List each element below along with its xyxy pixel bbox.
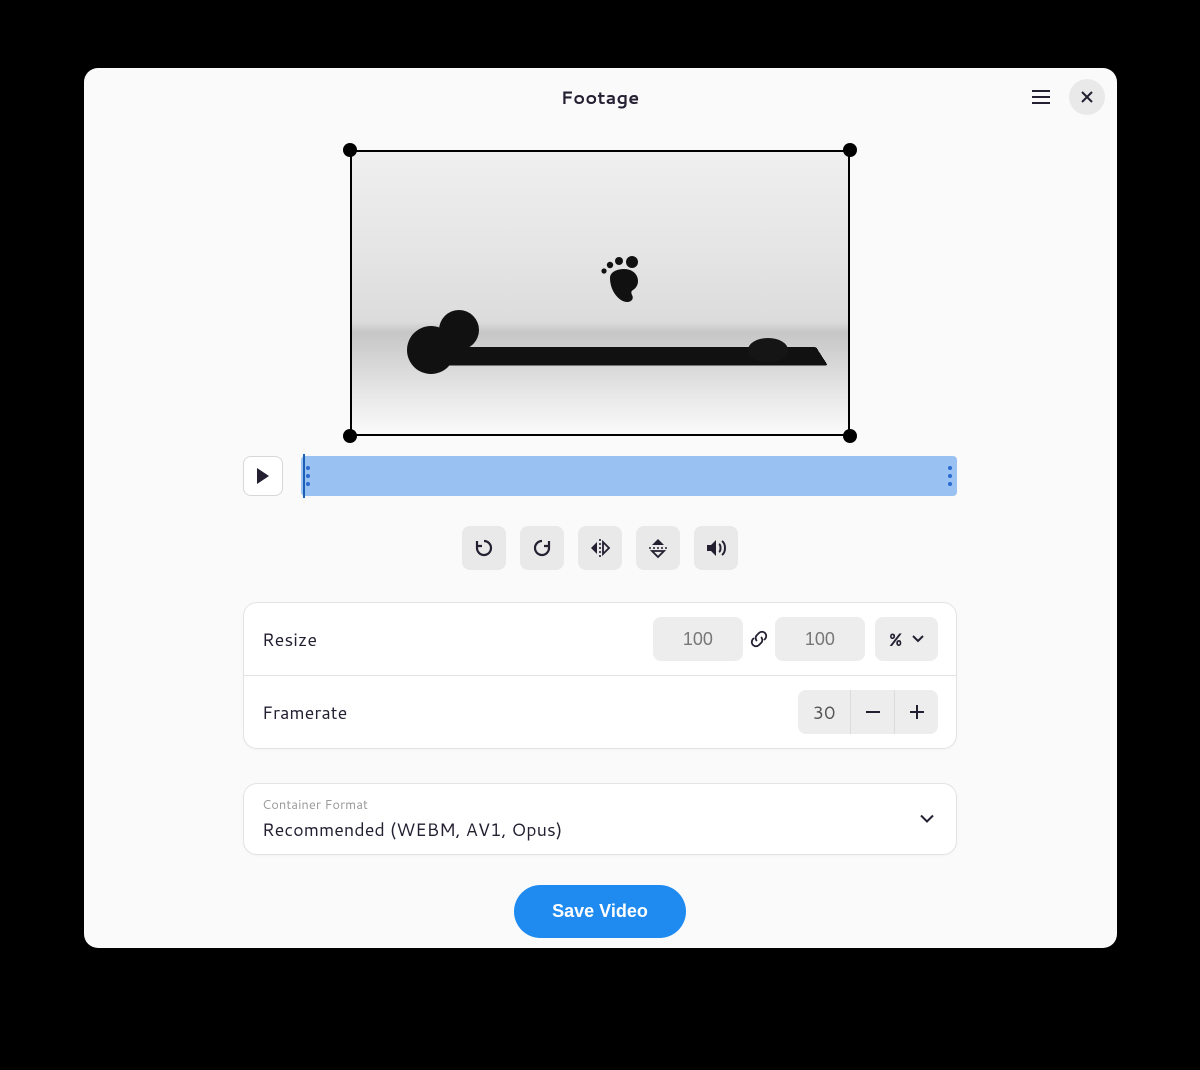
- settings-panel: Resize % Framerate 30: [243, 602, 957, 749]
- plus-icon: [910, 705, 924, 719]
- crop-frame[interactable]: [350, 150, 850, 436]
- framerate-decrement-button[interactable]: [850, 690, 894, 734]
- resize-row: Resize %: [244, 603, 956, 675]
- save-video-button[interactable]: Save Video: [514, 885, 686, 938]
- flip-horizontal-button[interactable]: [578, 526, 622, 570]
- preview-object-mouse: [748, 338, 788, 362]
- crop-handle-bottom-right[interactable]: [843, 429, 857, 443]
- crop-handle-bottom-left[interactable]: [343, 429, 357, 443]
- flip-vertical-icon: [648, 537, 668, 559]
- chevron-down-icon: [912, 635, 924, 643]
- timeline-trim[interactable]: [301, 456, 957, 496]
- flip-horizontal-icon: [589, 538, 611, 558]
- framerate-stepper: 30: [798, 690, 938, 734]
- framerate-value[interactable]: 30: [798, 690, 850, 734]
- close-button[interactable]: [1069, 79, 1105, 115]
- chevron-down-icon: [920, 815, 934, 824]
- framerate-row: Framerate 30: [244, 675, 956, 748]
- play-icon: [256, 468, 270, 484]
- titlebar: Footage: [84, 68, 1117, 126]
- resize-label: Resize: [262, 626, 653, 652]
- rotate-left-button[interactable]: [462, 526, 506, 570]
- minus-icon: [866, 711, 880, 713]
- gnome-foot-logo: [600, 256, 644, 302]
- video-preview[interactable]: [350, 150, 850, 436]
- rotate-right-icon: [532, 538, 552, 558]
- rotate-right-button[interactable]: [520, 526, 564, 570]
- container-format-dropdown[interactable]: Container Format Recommended (WEBM, AV1,…: [244, 784, 956, 854]
- audio-button[interactable]: [694, 526, 738, 570]
- play-button[interactable]: [243, 456, 283, 496]
- framerate-label: Framerate: [262, 699, 798, 725]
- container-format-label: Container Format: [262, 796, 368, 814]
- crop-handle-top-right[interactable]: [843, 143, 857, 157]
- rotate-left-icon: [474, 538, 494, 558]
- speaker-icon: [705, 538, 727, 558]
- trim-handle-left[interactable]: [305, 456, 311, 496]
- window-title: Footage: [561, 84, 640, 110]
- crop-handle-top-left[interactable]: [343, 143, 357, 157]
- hamburger-menu-button[interactable]: [1023, 79, 1059, 115]
- trim-handle-right[interactable]: [947, 456, 953, 496]
- link-icon: [749, 629, 769, 649]
- hamburger-icon: [1032, 90, 1050, 104]
- resize-unit-value: %: [889, 626, 902, 652]
- link-dimensions-button[interactable]: [743, 629, 775, 649]
- framerate-increment-button[interactable]: [894, 690, 938, 734]
- app-window: Footage: [84, 68, 1117, 948]
- flip-vertical-button[interactable]: [636, 526, 680, 570]
- container-format-value: Recommended (WEBM, AV1, Opus): [262, 816, 562, 842]
- resize-height-input[interactable]: [775, 617, 865, 661]
- resize-width-input[interactable]: [653, 617, 743, 661]
- tool-row: [462, 526, 738, 570]
- format-panel: Container Format Recommended (WEBM, AV1,…: [243, 783, 957, 855]
- close-icon: [1080, 90, 1094, 104]
- resize-unit-dropdown[interactable]: %: [875, 617, 938, 661]
